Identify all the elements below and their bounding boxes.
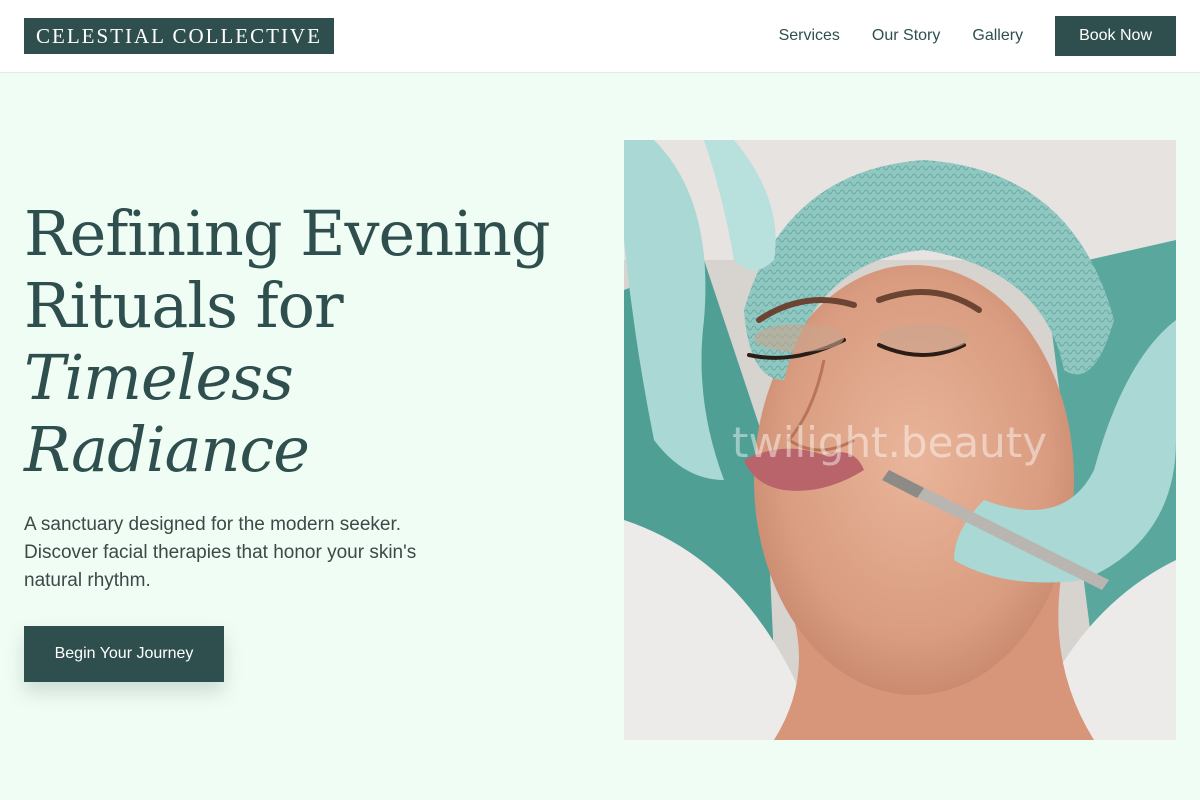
main-nav: Services Our Story Gallery Book Now: [779, 16, 1176, 56]
site-header: CELESTIAL COLLECTIVE Services Our Story …: [0, 0, 1200, 73]
begin-journey-button[interactable]: Begin Your Journey: [24, 626, 224, 682]
hero-title-line-3: Timeless: [24, 341, 294, 414]
hero-image: twilight.beauty: [624, 140, 1176, 740]
hero-title-line-4: Radiance: [24, 413, 310, 486]
nav-link-services[interactable]: Services: [779, 27, 840, 45]
hero-title: Refining Evening Rituals for Timeless Ra…: [24, 198, 604, 486]
image-watermark: twilight.beauty: [732, 418, 1048, 467]
hero-title-line-2: Rituals for: [24, 269, 344, 342]
book-now-button[interactable]: Book Now: [1055, 16, 1176, 56]
hero-title-line-1: Refining Evening: [24, 197, 551, 270]
nav-link-our-story[interactable]: Our Story: [872, 27, 940, 45]
brand-logo[interactable]: CELESTIAL COLLECTIVE: [24, 18, 334, 54]
hero-description: A sanctuary designed for the modern seek…: [24, 514, 417, 591]
nav-link-gallery[interactable]: Gallery: [972, 27, 1023, 45]
